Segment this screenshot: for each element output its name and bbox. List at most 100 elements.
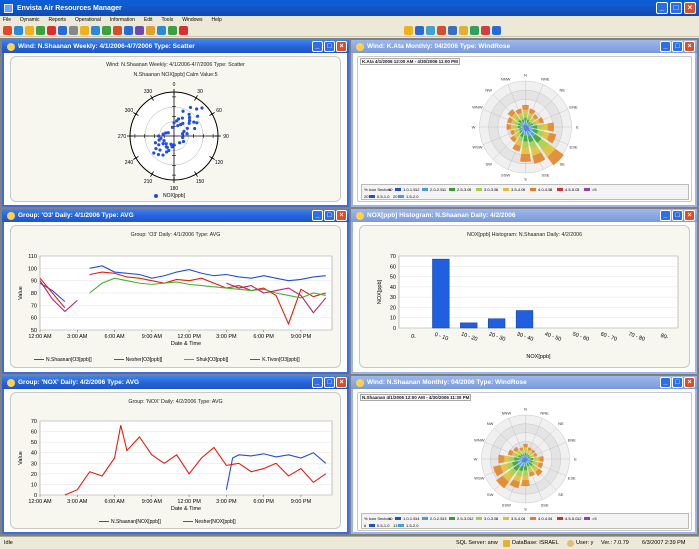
refresh-icon[interactable] <box>415 26 424 35</box>
window-nox: Group: 'NOX' Daily: 4/2/2006 Type: AVG _… <box>2 376 349 534</box>
window-minimize-button[interactable]: _ <box>312 377 323 388</box>
layout-icon[interactable] <box>470 26 479 35</box>
rose-petal <box>537 124 543 130</box>
table-icon[interactable] <box>146 26 155 35</box>
histogram-icon[interactable] <box>135 26 144 35</box>
menu-file[interactable]: File <box>3 17 11 23</box>
report-icon[interactable] <box>91 26 100 35</box>
window-close-button[interactable]: × <box>684 41 695 52</box>
rose-direction-label: SW <box>486 161 493 166</box>
windrose-legend-table: % Icon Sectors 10 1.0-1.5 12 2.0-2.5 11 2.5-3.… <box>361 184 689 200</box>
window-windrose-nshaanan-titlebar[interactable]: Wind: N.Shaanan Monthly: 04/2006 Type: W… <box>351 376 697 389</box>
scatter-point <box>152 151 156 155</box>
window-minimize-button[interactable]: _ <box>660 41 671 52</box>
menu-edit[interactable]: Edit <box>144 17 153 23</box>
alarm-icon[interactable] <box>168 26 177 35</box>
filter-icon[interactable] <box>404 26 413 35</box>
angle-tick-label: 180 <box>170 186 179 191</box>
histogram-icon <box>356 211 364 220</box>
scatter-point <box>175 119 179 123</box>
window-scatter-titlebar[interactable]: Wind: N.Shaanan Weekly: 4/1/2006-4/7/200… <box>2 40 349 53</box>
x-tick-label: 6:00 PM <box>253 499 274 505</box>
o3-line-chart: 506070809010011012:00 AM 3:00 AM 6:00 AM 9:… <box>18 254 333 347</box>
legend-cell: 3.0-3.5 <box>484 516 497 521</box>
window-maximize-button[interactable]: □ <box>672 41 683 52</box>
window-maximize-button[interactable]: □ <box>324 377 335 388</box>
chart-icon[interactable] <box>80 26 89 35</box>
rose-petal <box>506 124 511 130</box>
plot-area <box>39 420 333 496</box>
legend-swatch <box>395 517 401 520</box>
diagnostic-icon[interactable] <box>179 26 188 35</box>
window-close-button[interactable]: × <box>336 377 347 388</box>
open-icon[interactable] <box>14 26 23 35</box>
legend-cell: 3 <box>577 187 580 192</box>
search-icon[interactable] <box>459 26 468 35</box>
chart-title: Group: 'O3' Daily: 4/1/2006 Type: AVG <box>130 232 221 238</box>
angle-tick-label: 210 <box>144 179 153 185</box>
menu-help[interactable]: Help <box>212 17 222 23</box>
menu-dynamic[interactable]: Dynamic <box>20 17 39 23</box>
scatter-point <box>179 122 183 127</box>
window-histogram-titlebar[interactable]: NOX[ppb] Histogram: N.Shaanan Daily: 4/2… <box>351 209 697 222</box>
window-minimize-button[interactable]: _ <box>312 210 323 221</box>
window-minimize-button[interactable]: _ <box>660 210 671 221</box>
legend-swatch <box>369 195 375 198</box>
scatter-point <box>164 142 168 146</box>
window-o3-titlebar[interactable]: Group: 'O3' Daily: 4/1/2006 Type: AVG _ □… <box>2 209 349 222</box>
window-nox-titlebar[interactable]: Group: 'NOX' Daily: 4/2/2006 Type: AVG _… <box>2 376 349 389</box>
new-icon[interactable] <box>3 26 12 35</box>
save-icon[interactable] <box>25 26 34 35</box>
legend-swatch <box>584 188 590 191</box>
menu-windows[interactable]: Windows <box>182 17 202 23</box>
rose-icon[interactable] <box>113 26 122 35</box>
menu-information[interactable]: Information <box>110 17 135 23</box>
window-close-button[interactable]: × <box>336 41 347 52</box>
rose-petal <box>523 113 528 118</box>
window-windrose-kata-titlebar[interactable]: Wind: K.Ata Monthly: 04/2006 Type: WindR… <box>351 40 697 53</box>
window-close-button[interactable]: × <box>336 210 347 221</box>
group-icon <box>7 211 15 220</box>
calendar-icon[interactable] <box>426 26 435 35</box>
window-maximize-button[interactable]: □ <box>324 41 335 52</box>
window-minimize-button[interactable]: _ <box>660 377 671 388</box>
zoom-icon[interactable] <box>448 26 457 35</box>
menu-reports[interactable]: Reports <box>49 17 67 23</box>
window-close-button[interactable]: × <box>684 377 695 388</box>
menu-operational[interactable]: Operational <box>75 17 101 23</box>
trend-icon[interactable] <box>437 26 446 35</box>
wind-icon[interactable] <box>102 26 111 35</box>
rose-petal <box>522 141 529 148</box>
window-minimize-button[interactable]: _ <box>312 41 323 52</box>
info-icon[interactable] <box>492 26 501 35</box>
window-maximize-button[interactable]: □ <box>324 210 335 221</box>
window-maximize-button[interactable]: □ <box>672 377 683 388</box>
rose-direction-label: W <box>474 457 478 462</box>
help-icon[interactable] <box>481 26 490 35</box>
y-axis-label: NOX[ppb] <box>377 279 383 304</box>
window-maximize-button[interactable]: □ <box>672 210 683 221</box>
minimize-button[interactable]: _ <box>656 2 668 14</box>
wind-icon <box>356 378 364 387</box>
y-tick-label: 100 <box>28 266 37 272</box>
map-icon[interactable] <box>157 26 166 35</box>
grid-icon[interactable] <box>69 26 78 35</box>
menu-tools[interactable]: Tools <box>162 17 174 23</box>
scatter-icon[interactable] <box>124 26 133 35</box>
window-close-button[interactable]: × <box>684 210 695 221</box>
preview-icon[interactable] <box>58 26 67 35</box>
close-button[interactable]: × <box>684 2 696 14</box>
print-icon[interactable] <box>47 26 56 35</box>
export-icon[interactable] <box>36 26 45 35</box>
legend-cell: 0.5-1.0 <box>377 194 390 199</box>
maximize-button[interactable]: □ <box>670 2 682 14</box>
rose-petal <box>522 109 529 115</box>
legend-swatch <box>99 520 109 523</box>
rose-direction-label: E <box>576 125 579 130</box>
angle-tick-label: 30 <box>197 89 203 95</box>
rose-petal <box>520 154 531 162</box>
rose-direction-label: ESE <box>570 144 578 149</box>
angle-tick-label: 120 <box>215 160 224 166</box>
legend-cell: 4.0-4.5 <box>538 516 551 521</box>
window-windrose-kata-title: Wind: K.Ata Monthly: 04/2006 Type: WindR… <box>367 43 511 50</box>
